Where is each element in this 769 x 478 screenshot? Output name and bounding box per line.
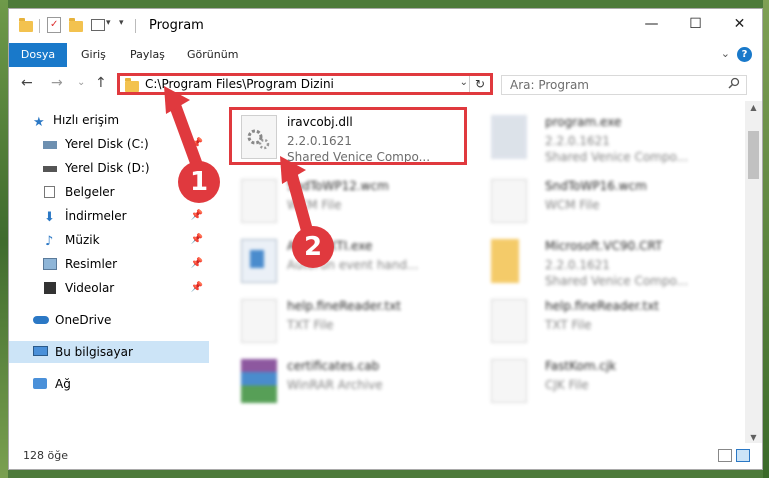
annotation-badge-2: 2 bbox=[292, 226, 334, 268]
arrow-1 bbox=[170, 102, 204, 174]
arrow-2 bbox=[286, 170, 314, 240]
annotation-arrows bbox=[164, 86, 314, 240]
annotation-badge-1: 1 bbox=[178, 161, 220, 203]
